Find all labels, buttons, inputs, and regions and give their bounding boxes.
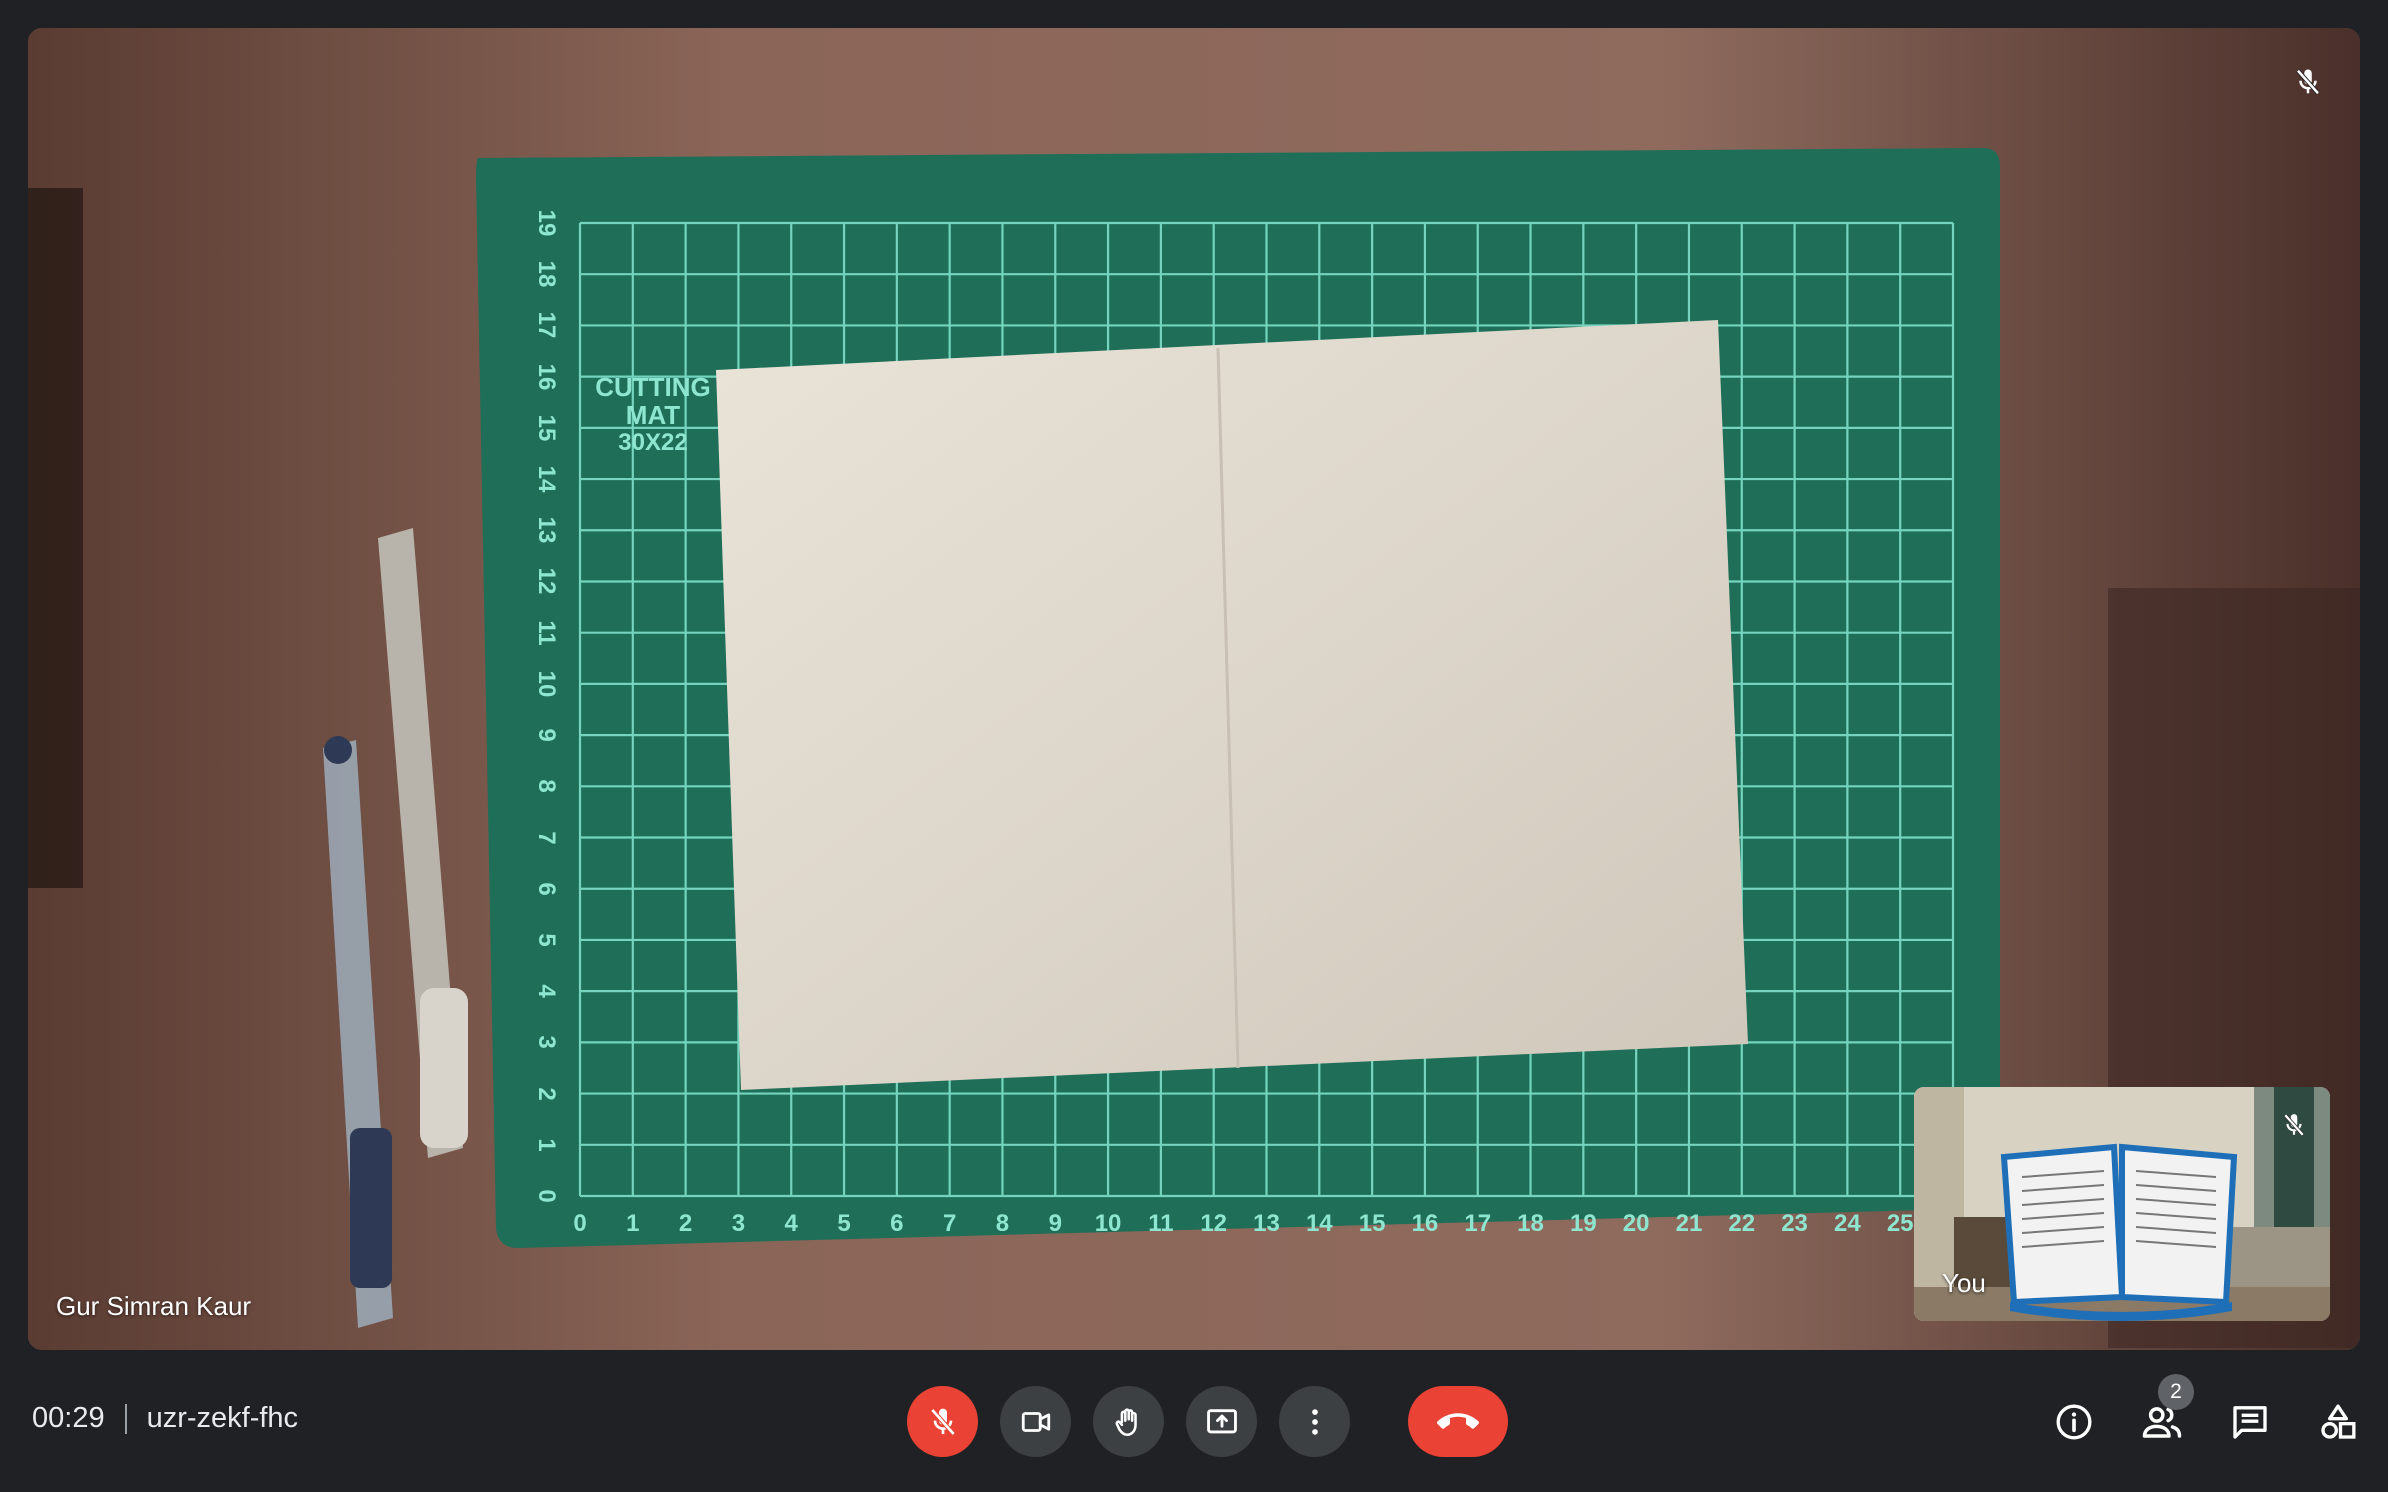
mat-ruler-number: 9 [533, 728, 560, 742]
mat-size: 30X22 [618, 429, 688, 456]
meeting-info: 00:29 uzr-zekf-fhc [32, 1402, 298, 1435]
mat-ruler-number: 18 [533, 260, 560, 288]
mat-ruler-number: 4 [533, 984, 560, 998]
meeting-timer: 00:29 [32, 1402, 105, 1434]
activities-button[interactable] [2310, 1394, 2366, 1450]
info-icon [2056, 1404, 2092, 1440]
mat-ruler-number: 16 [533, 363, 560, 390]
mat-brand-line1: CUTTING [595, 372, 711, 402]
mat-ruler-number: 19 [1569, 1210, 1597, 1237]
mat-ruler-number: 20 [1622, 1210, 1650, 1237]
mat-ruler-number: 8 [533, 779, 560, 793]
mat-ruler-number: 6 [890, 1210, 904, 1237]
self-mic-status [2274, 1105, 2314, 1145]
mat-ruler-number: 22 [1728, 1210, 1756, 1237]
mic-off-icon [930, 1407, 955, 1436]
meeting-code[interactable]: uzr-zekf-fhc [147, 1402, 298, 1435]
mat-ruler-number: 15 [1358, 1210, 1386, 1237]
mat-ruler-number: 12 [533, 568, 560, 595]
mat-ruler-number: 11 [533, 619, 560, 646]
mic-off-icon [2283, 1113, 2305, 1137]
call-controls [907, 1386, 1508, 1457]
mat-ruler-number: 12 [1200, 1210, 1228, 1237]
mic-off-icon [2296, 69, 2320, 95]
mat-ruler-number: 11 [1148, 1210, 1174, 1237]
mat-ruler-number: 4 [784, 1210, 798, 1237]
more-options-button[interactable] [1279, 1386, 1350, 1457]
mat-ruler-number: 21 [1675, 1210, 1703, 1237]
bottom-control-bar: 00:29 uzr-zekf-fhc 2 [0, 1350, 2388, 1492]
mat-ruler-number: 10 [533, 670, 560, 698]
more-vert-icon [1311, 1408, 1318, 1435]
meeting-side-controls: 2 [2046, 1374, 2366, 1450]
leave-call-button[interactable] [1408, 1386, 1508, 1457]
mat-ruler-number: 1 [626, 1210, 640, 1237]
present-icon [1206, 1408, 1237, 1433]
mat-ruler-number: 7 [533, 830, 560, 845]
mat-ruler-number: 1 [533, 1138, 560, 1152]
shapes-icon [2321, 1404, 2356, 1439]
present-screen-button[interactable] [1186, 1386, 1257, 1457]
call-end-icon [1437, 1412, 1479, 1429]
mat-brand-line2: MAT [625, 400, 681, 430]
mat-ruler-number: 23 [1781, 1210, 1808, 1237]
mat-ruler-number: 16 [1411, 1210, 1439, 1237]
mat-ruler-number: 25 [1886, 1210, 1914, 1237]
mat-ruler-number: 17 [533, 312, 560, 339]
participant-mic-status [2284, 58, 2332, 106]
mat-ruler-number: 0 [533, 1189, 560, 1203]
hand-icon [1115, 1407, 1137, 1436]
microphone-off-button[interactable] [907, 1386, 978, 1457]
mat-ruler-number: 14 [1305, 1210, 1333, 1237]
camera-button[interactable] [1000, 1386, 1071, 1457]
meet-app: CUTTING MAT 30X22 0 1 2 3 4 5 6 7 8 9 10 11 12 13 14 15… [0, 0, 2388, 1492]
people-button[interactable]: 2 [2134, 1374, 2194, 1450]
mat-ruler-number: 24 [1834, 1210, 1861, 1237]
chat-button[interactable] [2222, 1394, 2278, 1450]
video-camera-icon [1021, 1411, 1050, 1432]
mat-ruler-number: 3 [533, 1035, 560, 1050]
meeting-info-divider [124, 1403, 127, 1434]
meeting-details-button[interactable] [2046, 1394, 2102, 1450]
mat-ruler-number: 7 [942, 1210, 957, 1237]
mat-brand-text: CUTTING MAT 30X22 [588, 373, 718, 457]
mat-ruler-number: 10 [1094, 1210, 1122, 1237]
participant-name-label: Gur Simran Kaur [56, 1291, 252, 1321]
mat-ruler-number: 13 [1253, 1210, 1280, 1237]
mat-ruler-number: 17 [1464, 1210, 1492, 1237]
mat-ruler-number: 2 [533, 1086, 560, 1101]
mat-ruler-number: 13 [533, 516, 560, 544]
mat-ruler-number: 19 [533, 209, 560, 237]
participant-count-badge: 2 [2158, 1374, 2194, 1410]
mat-ruler-number: 14 [533, 465, 560, 493]
chat-icon [2233, 1406, 2267, 1439]
mat-ruler-number: 5 [837, 1210, 851, 1237]
mat-ruler-number: 2 [678, 1210, 693, 1237]
self-name-label: You [1942, 1268, 1986, 1298]
mat-ruler-number: 8 [995, 1210, 1010, 1237]
mat-ruler-number: 18 [1517, 1210, 1544, 1237]
mat-ruler-number: 5 [533, 933, 560, 947]
mat-ruler-number: 0 [573, 1210, 587, 1237]
mat-ruler-number: 9 [1048, 1210, 1062, 1237]
mat-ruler-number: 3 [731, 1210, 746, 1237]
self-view-tile[interactable]: You [1914, 1087, 2330, 1321]
mat-ruler-number: 6 [533, 882, 560, 896]
mat-ruler-number: 15 [533, 414, 560, 442]
raise-hand-button[interactable] [1093, 1386, 1164, 1457]
